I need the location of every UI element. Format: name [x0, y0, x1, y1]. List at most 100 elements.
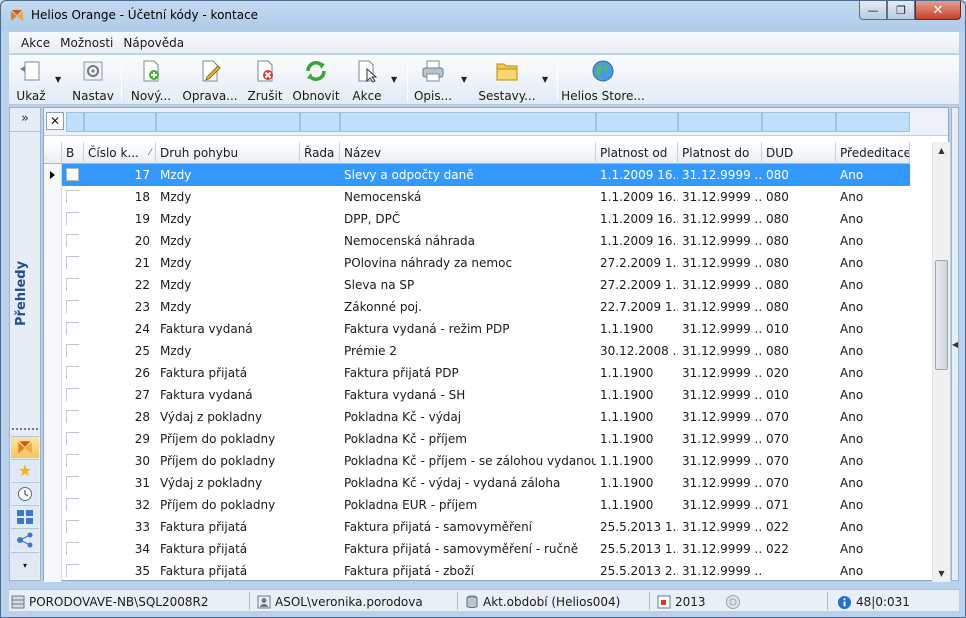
- print-dropdown-icon[interactable]: ▼: [461, 75, 467, 84]
- column-header-platnost-od[interactable]: Platnost od: [596, 142, 678, 164]
- row-indicator[interactable]: [44, 450, 62, 472]
- title-bar[interactable]: Helios Orange - Účetní kódy - kontace — …: [1, 1, 965, 31]
- row-checkbox[interactable]: [66, 322, 79, 335]
- column-header-druh-pohybu[interactable]: Druh pohybu: [156, 142, 300, 164]
- filter-cell[interactable]: [300, 112, 340, 132]
- sidebar-network-button[interactable]: [11, 528, 39, 550]
- close-button[interactable]: ✕: [915, 1, 961, 20]
- table-row[interactable]: 19 Mzdy DPP, DPČ 1.1.2009 16... 31.12.9999 .…: [44, 208, 910, 230]
- cancel-button[interactable]: Zrušit: [245, 57, 285, 103]
- restore-button[interactable]: ❐: [887, 1, 915, 20]
- print-button[interactable]: Opis...: [413, 57, 453, 103]
- scroll-thumb[interactable]: [935, 260, 948, 370]
- actions-button[interactable]: Akce: [349, 57, 385, 103]
- vertical-scrollbar[interactable]: ▲ ▼: [932, 142, 950, 582]
- actions-dropdown-icon[interactable]: ▼: [391, 75, 397, 84]
- row-checkbox[interactable]: [66, 564, 79, 577]
- sidebar-favorites-button[interactable]: ★: [11, 459, 39, 481]
- table-row[interactable]: 29 Příjem do pokladny Pokladna Kč - příjem…: [44, 428, 910, 450]
- reports-button[interactable]: Sestavy...: [478, 57, 536, 103]
- menu-akce[interactable]: Akce: [17, 36, 54, 50]
- table-row[interactable]: 34 Faktura přijatá Faktura přijatá - samov…: [44, 538, 910, 560]
- refresh-button[interactable]: Obnovit: [291, 57, 341, 103]
- row-indicator[interactable]: [44, 538, 62, 560]
- column-header-b[interactable]: B: [62, 142, 84, 164]
- show-dropdown-icon[interactable]: ▼: [55, 75, 61, 84]
- helios-store-button[interactable]: Helios Store...: [561, 57, 645, 103]
- table-row[interactable]: 18 Mzdy Nemocenská 1.1.2009 16... 31.12.9999…: [44, 186, 910, 208]
- filter-cell[interactable]: [84, 112, 156, 132]
- row-indicator[interactable]: [44, 274, 62, 296]
- row-checkbox[interactable]: [66, 190, 79, 203]
- row-indicator[interactable]: [44, 230, 62, 252]
- row-checkbox[interactable]: [66, 476, 79, 489]
- table-row[interactable]: 21 Mzdy POlovina náhrady za nemoc 27.2.2009…: [44, 252, 910, 274]
- row-checkbox[interactable]: [66, 542, 79, 555]
- row-checkbox[interactable]: [66, 520, 79, 533]
- filter-cell[interactable]: [596, 112, 678, 132]
- row-indicator[interactable]: [44, 428, 62, 450]
- table-row[interactable]: 30 Příjem do pokladny Pokladna Kč - příjem…: [44, 450, 910, 472]
- row-checkbox[interactable]: [66, 300, 79, 313]
- sidebar-more-button[interactable]: ▾: [11, 552, 39, 578]
- row-checkbox[interactable]: [66, 432, 79, 445]
- table-row[interactable]: 32 Příjem do pokladny Pokladna EUR - příje…: [44, 494, 910, 516]
- sidebar-history-button[interactable]: [11, 482, 39, 504]
- row-checkbox[interactable]: [66, 256, 79, 269]
- show-button[interactable]: Ukaž: [13, 57, 49, 103]
- row-indicator[interactable]: [44, 186, 62, 208]
- row-indicator[interactable]: [44, 472, 62, 494]
- menu-moznosti[interactable]: Možnosti: [56, 36, 117, 50]
- right-panel-collapse[interactable]: ◀: [951, 107, 959, 581]
- row-checkbox[interactable]: [66, 278, 79, 291]
- clear-filter-button[interactable]: ✕: [46, 112, 64, 130]
- table-row[interactable]: 31 Výdaj z pokladny Pokladna Kč - výdaj - …: [44, 472, 910, 494]
- table-row[interactable]: 20 Mzdy Nemocenská náhrada 1.1.2009 16... 31…: [44, 230, 910, 252]
- table-row[interactable]: 28 Výdaj z pokladny Pokladna Kč - výdaj 1.1…: [44, 406, 910, 428]
- table-row[interactable]: 25 Mzdy Prémie 2 30.12.2008 ... 31.12.9999 .…: [44, 340, 910, 362]
- table-row[interactable]: 26 Faktura přijatá Faktura přijatá PDP 1.1.…: [44, 362, 910, 384]
- row-indicator[interactable]: [44, 560, 62, 582]
- table-row[interactable]: 17 Mzdy Slevy a odpočty daně 1.1.2009 16...…: [44, 164, 910, 186]
- table-row[interactable]: 22 Mzdy Sleva na SP 27.2.2009 1... 31.12.999…: [44, 274, 910, 296]
- table-row[interactable]: 33 Faktura přijatá Faktura přijatá - samov…: [44, 516, 910, 538]
- row-indicator[interactable]: [44, 384, 62, 406]
- column-header-dud[interactable]: DUD: [762, 142, 836, 164]
- filter-cell[interactable]: [66, 112, 84, 132]
- table-row[interactable]: 24 Faktura vydaná Faktura vydaná - režim P…: [44, 318, 910, 340]
- reports-dropdown-icon[interactable]: ▼: [542, 75, 548, 84]
- table-row[interactable]: 27 Faktura vydaná Faktura vydaná - SH 1.1.1…: [44, 384, 910, 406]
- column-header-nazev[interactable]: Název: [340, 142, 596, 164]
- column-header-platnost-do[interactable]: Platnost do: [678, 142, 762, 164]
- new-button[interactable]: Nový...: [129, 57, 173, 103]
- sidebar-collapse-button[interactable]: »: [10, 108, 40, 132]
- row-indicator[interactable]: [44, 296, 62, 318]
- table-row[interactable]: 35 Faktura přijatá Faktura přijatá - zboží…: [44, 560, 910, 582]
- row-checkbox[interactable]: [66, 454, 79, 467]
- scroll-down-button[interactable]: ▼: [933, 565, 950, 582]
- row-indicator[interactable]: [44, 252, 62, 274]
- sidebar-numbering-button[interactable]: [11, 505, 39, 527]
- row-indicator[interactable]: [44, 318, 62, 340]
- row-checkbox[interactable]: [66, 234, 79, 247]
- row-indicator[interactable]: [44, 362, 62, 384]
- filter-cell[interactable]: [678, 112, 762, 132]
- row-indicator[interactable]: [44, 516, 62, 538]
- row-checkbox[interactable]: [66, 212, 79, 225]
- edit-button[interactable]: Oprava...: [182, 57, 238, 103]
- row-checkbox[interactable]: [66, 498, 79, 511]
- row-checkbox[interactable]: [66, 344, 79, 357]
- row-checkbox[interactable]: [66, 366, 79, 379]
- row-indicator[interactable]: [44, 208, 62, 230]
- column-header-prededitace[interactable]: Přededitace: [836, 142, 910, 164]
- sidebar-title[interactable]: Přehledy: [14, 248, 36, 338]
- filter-cell[interactable]: [156, 112, 300, 132]
- menu-napoveda[interactable]: Nápověda: [119, 36, 188, 50]
- column-header-rada[interactable]: Řada: [300, 142, 340, 164]
- column-header-cislo[interactable]: Číslo k... ⁄: [84, 142, 156, 164]
- sidebar-grip[interactable]: [12, 428, 38, 432]
- sidebar-helios-button[interactable]: [11, 436, 39, 458]
- settings-button[interactable]: Nastav: [72, 57, 114, 103]
- filter-cell[interactable]: [762, 112, 836, 132]
- table-row[interactable]: 23 Mzdy Zákonné poj. 22.7.2009 1... 31.12.99…: [44, 296, 910, 318]
